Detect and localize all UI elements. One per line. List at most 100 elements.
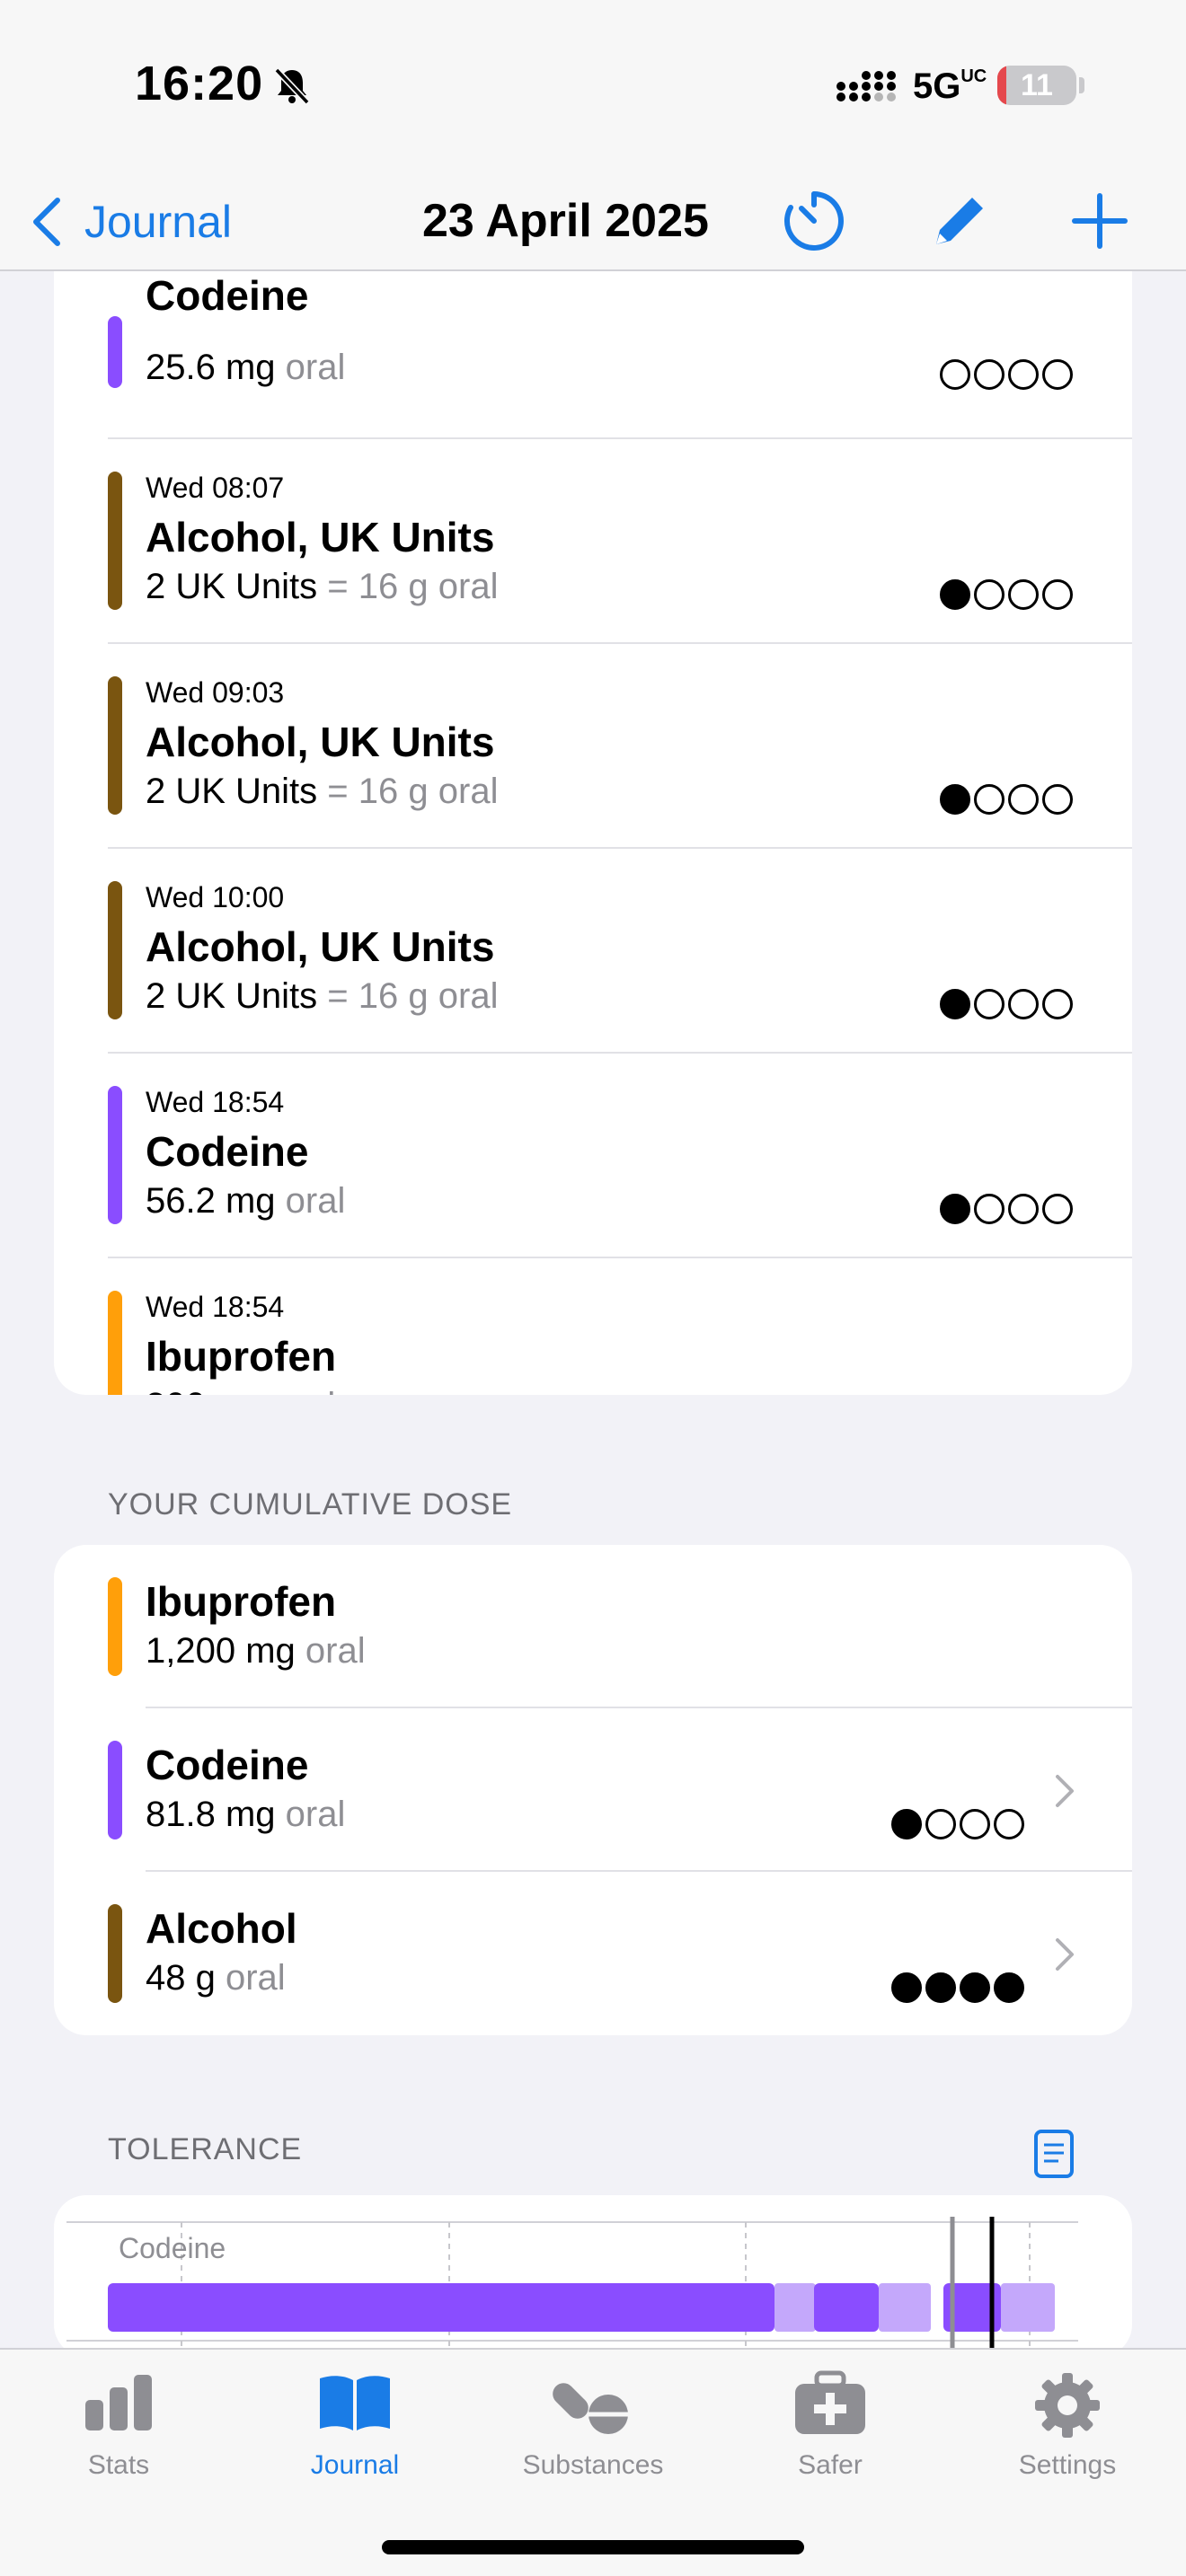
dose-route: oral [285,348,346,387]
substance-color-bar [108,676,122,815]
dose-route: oral [438,976,499,1016]
tab-label: Substances [522,2450,664,2480]
journal-icon [320,2376,390,2430]
ingestion-row[interactable]: Wed 18:54 Codeine 56.2 mg oral [54,1054,1132,1258]
ingestion-dose: 25.6 mg oral [146,348,345,388]
settings-icon [1035,2373,1100,2438]
ingestion-row[interactable]: Wed 10:00 Alcohol, UK Units 2 UK Units = 1… [54,849,1132,1054]
status-time: 16:20 [135,57,264,110]
substance-color-bar [108,1741,122,1839]
ingestion-time: Wed 10:00 [146,881,285,913]
substance-color-bar [108,472,122,610]
tab-journal[interactable]: Journal [238,2368,472,2502]
tolerance-bar-light [879,2283,931,2332]
tab-label: Settings [1018,2450,1117,2480]
substance-color-bar [108,881,122,1019]
ingestion-name: Codeine [146,272,309,319]
dose-route: oral [438,567,499,606]
dose-dots [940,784,1073,815]
network-label: 5GUC [913,66,987,106]
ingestions-list: Codeine 25.6 mg oral Wed 08:07 Alcohol, UK … [54,271,1132,1395]
cumulative-dose-list: Ibuprofen 1,200 mg oral Codeine 81.8 mg ora… [54,1545,1132,2035]
dose-route: oral [276,1386,336,1395]
cumulative-dose: 81.8 mg oral [146,1795,345,1835]
ingestion-dose: 800 mg oral [146,1386,335,1395]
dot-filled [891,1809,922,1839]
substance-color-bar [108,1086,122,1224]
dose-conversion: = 16 g [327,772,429,811]
bell-muted-icon [274,67,310,105]
ingestion-row[interactable]: Wed 09:03 Alcohol, UK Units 2 UK Units = 1… [54,644,1132,849]
dot-empty [960,1809,990,1839]
tolerance-bar-main [108,2283,774,2332]
substances-icon [553,2383,628,2434]
dot-empty [1008,359,1039,390]
signal-icon [836,71,896,101]
tab-safer[interactable]: Safer [713,2368,947,2502]
dot-filled [925,1972,956,2003]
dot-empty [1042,1194,1073,1224]
dot-filled [940,579,970,610]
tolerance-chart[interactable]: Codeine [54,2195,1132,2357]
dose-amount: 2 UK Units [146,976,318,1016]
tolerance-chart-svg: Codeine [66,2217,1078,2357]
tab-settings[interactable]: Settings [951,2368,1184,2502]
ingestion-row[interactable]: Wed 08:07 Alcohol, UK Units 2 UK Units = 1… [54,439,1132,644]
dose-amount: 800 mg [146,1386,265,1395]
dot-filled [891,1972,922,2003]
dot-empty [1008,1194,1039,1224]
page-title: 23 April 2025 [422,195,709,247]
cumulative-row[interactable]: Alcohol 48 g oral [54,1872,1132,2035]
dose-conversion: = 16 g [327,567,429,606]
dot-empty [925,1809,956,1839]
dose-route: oral [305,1631,366,1671]
tab-substances[interactable]: Substances [476,2368,710,2502]
safer-icon [795,2370,865,2434]
back-label: Journal [84,197,232,247]
substance-color-bar [108,1291,122,1395]
dot-filled [994,1972,1024,2003]
dot-empty [994,1809,1024,1839]
tolerance-bar-light [774,2283,816,2332]
dose-dots [891,1809,1024,1839]
nav-bar: Journal 23 April 2025 [0,171,1186,271]
ingestion-time: Wed 18:54 [146,1086,285,1118]
substance-color-bar [108,316,122,388]
document-icon[interactable] [1033,2129,1075,2179]
cumulative-row[interactable]: Codeine 81.8 mg oral [54,1708,1132,1872]
substance-color-bar [108,1577,122,1676]
dot-empty [1008,579,1039,610]
ingestion-time: Wed 18:54 [146,1291,285,1323]
dot-empty [974,784,1005,815]
dose-dots [940,359,1073,390]
dose-route: oral [285,1795,346,1834]
home-indicator [382,2540,804,2554]
tab-stats[interactable]: Stats [2,2368,235,2502]
battery-level: 11 [1021,68,1053,102]
ingestion-name: Alcohol, UK Units [146,923,495,970]
tolerance-bar-light [1001,2283,1055,2332]
tolerance-header: TOLERANCE [108,2132,303,2166]
pencil-icon[interactable] [924,185,996,257]
journal-scroll[interactable]: Codeine 25.6 mg oral Wed 08:07 Alcohol, UK … [0,271,1186,2348]
dot-filled [960,1972,990,2003]
tolerance-substance-label: Codeine [119,2232,226,2264]
dot-filled [940,784,970,815]
ingestion-name: Codeine [146,1128,309,1175]
dose-amount: 56.2 mg [146,1181,276,1221]
dose-dots [940,989,1073,1019]
cumulative-dose-header: YOUR CUMULATIVE DOSE [108,1487,513,1522]
dot-filled [940,1194,970,1224]
ingestion-name: Ibuprofen [146,1333,337,1380]
ingestion-row[interactable]: Codeine 25.6 mg oral [54,271,1132,439]
timer-icon[interactable] [778,185,850,257]
plus-icon[interactable] [1064,185,1136,257]
substance-color-bar [108,1904,122,2003]
dot-empty [974,359,1005,390]
status-bar: 16:20 5GUC 11 [0,0,1186,171]
dot-empty [1008,989,1039,1019]
chevron-left-icon [33,198,60,246]
back-button[interactable]: Journal [29,181,232,262]
ingestion-row[interactable]: Wed 18:54 Ibuprofen 800 mg oral [54,1258,1132,1395]
dose-route: oral [438,772,499,811]
